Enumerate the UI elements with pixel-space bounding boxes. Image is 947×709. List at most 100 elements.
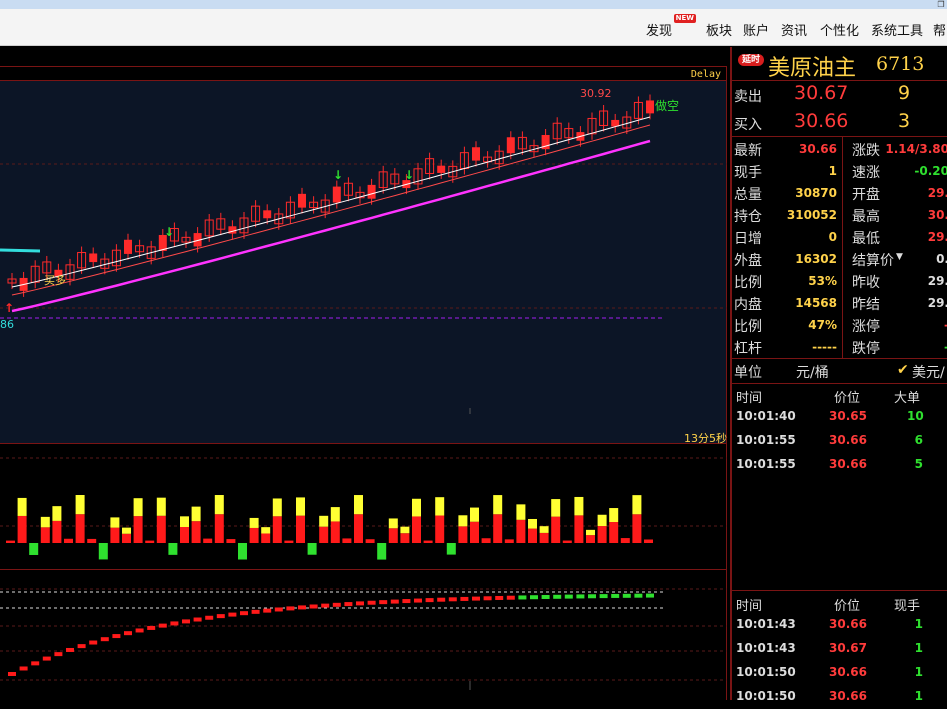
volume-bar-yellow xyxy=(539,526,549,533)
stat-row: 总量 30870 开盘 29. xyxy=(732,181,947,203)
tick-divider xyxy=(732,590,947,591)
stat-value: -0.20 xyxy=(914,164,947,178)
menu-account[interactable]: 账户 xyxy=(743,20,769,39)
buy-signal-label: 买多 xyxy=(44,273,66,287)
indicator-dot xyxy=(611,593,620,598)
stat-label: 昨结 xyxy=(852,297,880,313)
unit-row: 单位 元/桶 ✔ 美元/ xyxy=(732,358,947,384)
symbol-name[interactable]: 美原油主 xyxy=(768,50,856,82)
list-item: 10:01:50 30.66 1 xyxy=(732,661,947,685)
volume-bar-yellow xyxy=(458,515,468,527)
trade-time: 10:01:50 xyxy=(736,689,796,703)
menu-news[interactable]: 资讯 xyxy=(781,20,807,39)
indicator-dot xyxy=(309,604,318,609)
indicator-dot xyxy=(541,594,550,599)
volume-bar-down xyxy=(377,543,387,560)
symbol-code: 6713 xyxy=(876,53,925,75)
indicator-dot xyxy=(425,598,434,603)
menu-bar: 发现 NEW 板块 账户 资讯 个性化 系统工具 帮 xyxy=(0,9,947,46)
trade-vol: 1 xyxy=(914,665,923,679)
stats-block: 最新 30.66 涨跌 1.14/3.80 现手 1 速涨 -0.20 总量 30870 开盘 29.… xyxy=(732,136,947,359)
indicator-dot xyxy=(216,614,225,619)
ask-row[interactable]: 卖出 30.67 9 xyxy=(732,80,947,108)
volume-bar-yellow xyxy=(412,498,421,517)
volume-bar-up xyxy=(597,526,607,543)
indicator-dot xyxy=(448,597,457,602)
volume-bar-up xyxy=(574,515,584,543)
unit-value[interactable]: 元/桶 xyxy=(796,362,829,382)
column-header-vol: 大单 xyxy=(894,391,921,406)
volume-bar-yellow xyxy=(40,516,50,528)
stat-value: 29. xyxy=(927,274,947,288)
trade-price: 30.66 xyxy=(829,665,867,679)
stat-label: 杠杆 xyxy=(734,341,762,357)
trade-price: 30.66 xyxy=(829,617,867,631)
indicator-dot xyxy=(274,607,283,612)
volume-bar-yellow xyxy=(75,495,85,515)
volume-bar-up xyxy=(504,539,514,543)
indicator-dot xyxy=(564,594,573,599)
stat-row: 持仓 310052 最高 30. xyxy=(732,203,947,225)
stat-value: 29. xyxy=(927,186,947,200)
column-header-time: 时间 xyxy=(736,391,763,406)
high-price-label: 30.92 xyxy=(580,87,612,100)
stat-value: 16302 xyxy=(795,252,837,266)
trade-price: 30.65 xyxy=(829,409,867,423)
indicator-dot xyxy=(437,597,446,602)
indicator-dot xyxy=(483,596,492,601)
indicator-dot xyxy=(100,637,109,642)
indicator-dot xyxy=(588,594,596,599)
indicator-dot xyxy=(240,611,248,616)
indicator-dot xyxy=(31,661,40,666)
stat-label: 外盘 xyxy=(734,253,762,269)
menu-sectors[interactable]: 板块 xyxy=(706,20,732,39)
volume-bar-up xyxy=(214,514,224,543)
unit-alt[interactable]: 美元/ xyxy=(912,362,945,382)
window-restore-icon[interactable]: ❐ xyxy=(935,0,947,9)
volume-bar-up xyxy=(388,528,398,543)
stat-label: 最低 xyxy=(852,231,880,247)
bid-price: 30.66 xyxy=(794,110,849,132)
stat-label: 内盘 xyxy=(734,297,762,313)
new-badge: NEW xyxy=(673,14,697,23)
chevron-down-icon[interactable]: ▼ xyxy=(896,252,903,262)
indicator-dot xyxy=(77,644,86,649)
volume-bar-yellow xyxy=(470,507,479,522)
menu-discover[interactable]: 发现 NEW xyxy=(646,14,697,39)
trade-price: 30.66 xyxy=(829,433,867,447)
volume-bar-up xyxy=(493,514,503,543)
trade-price: 30.67 xyxy=(829,641,867,655)
bid-volume: 3 xyxy=(898,110,911,132)
stat-value: 0 xyxy=(828,230,837,244)
volume-bar-up xyxy=(620,538,630,543)
indicator-dot xyxy=(646,593,654,598)
volume-bar-yellow xyxy=(609,508,619,523)
delay-label: Delay xyxy=(690,69,721,80)
volume-bar-yellow xyxy=(632,495,642,515)
volume-bar-up xyxy=(400,533,410,543)
menu-help[interactable]: 帮 xyxy=(933,20,946,39)
indicator-dot xyxy=(356,601,364,606)
volume-bar-down xyxy=(98,543,108,560)
price-chart[interactable]: 30.92 86 做空买多 ↓ ↓ ↓ ↑ xyxy=(0,66,727,700)
volume-bar-up xyxy=(330,521,340,543)
indicator-dot xyxy=(576,594,585,599)
stat-label: 涨停 xyxy=(852,319,880,335)
stat-row: 最新 30.66 涨跌 1.14/3.80 xyxy=(732,137,947,159)
indicator-dot xyxy=(147,625,156,630)
candle-down xyxy=(332,186,341,203)
volume-bar-yellow xyxy=(435,497,445,516)
bid-row[interactable]: 买入 30.66 3 xyxy=(732,108,947,136)
indicator-dot xyxy=(54,652,63,657)
trade-vol: 1 xyxy=(914,641,923,655)
stat-row: 杠杆-----跌停- xyxy=(732,335,947,357)
indicator-dot xyxy=(286,606,295,611)
stat-label: 跌停 xyxy=(852,341,880,357)
indicator-dot xyxy=(460,596,469,601)
volume-bar-yellow xyxy=(249,517,259,528)
chart-area[interactable]: 30.92 86 做空 买多 ↓ ↓ ↓ ↑ Delay 13分5秒 xyxy=(0,66,727,700)
menu-system-tools[interactable]: 系统工具 xyxy=(871,20,923,39)
menu-personalize[interactable]: 个性化 xyxy=(820,20,859,39)
list-item: 10:01:55 30.66 5 xyxy=(732,453,947,477)
stat-label: 开盘 xyxy=(852,187,880,203)
